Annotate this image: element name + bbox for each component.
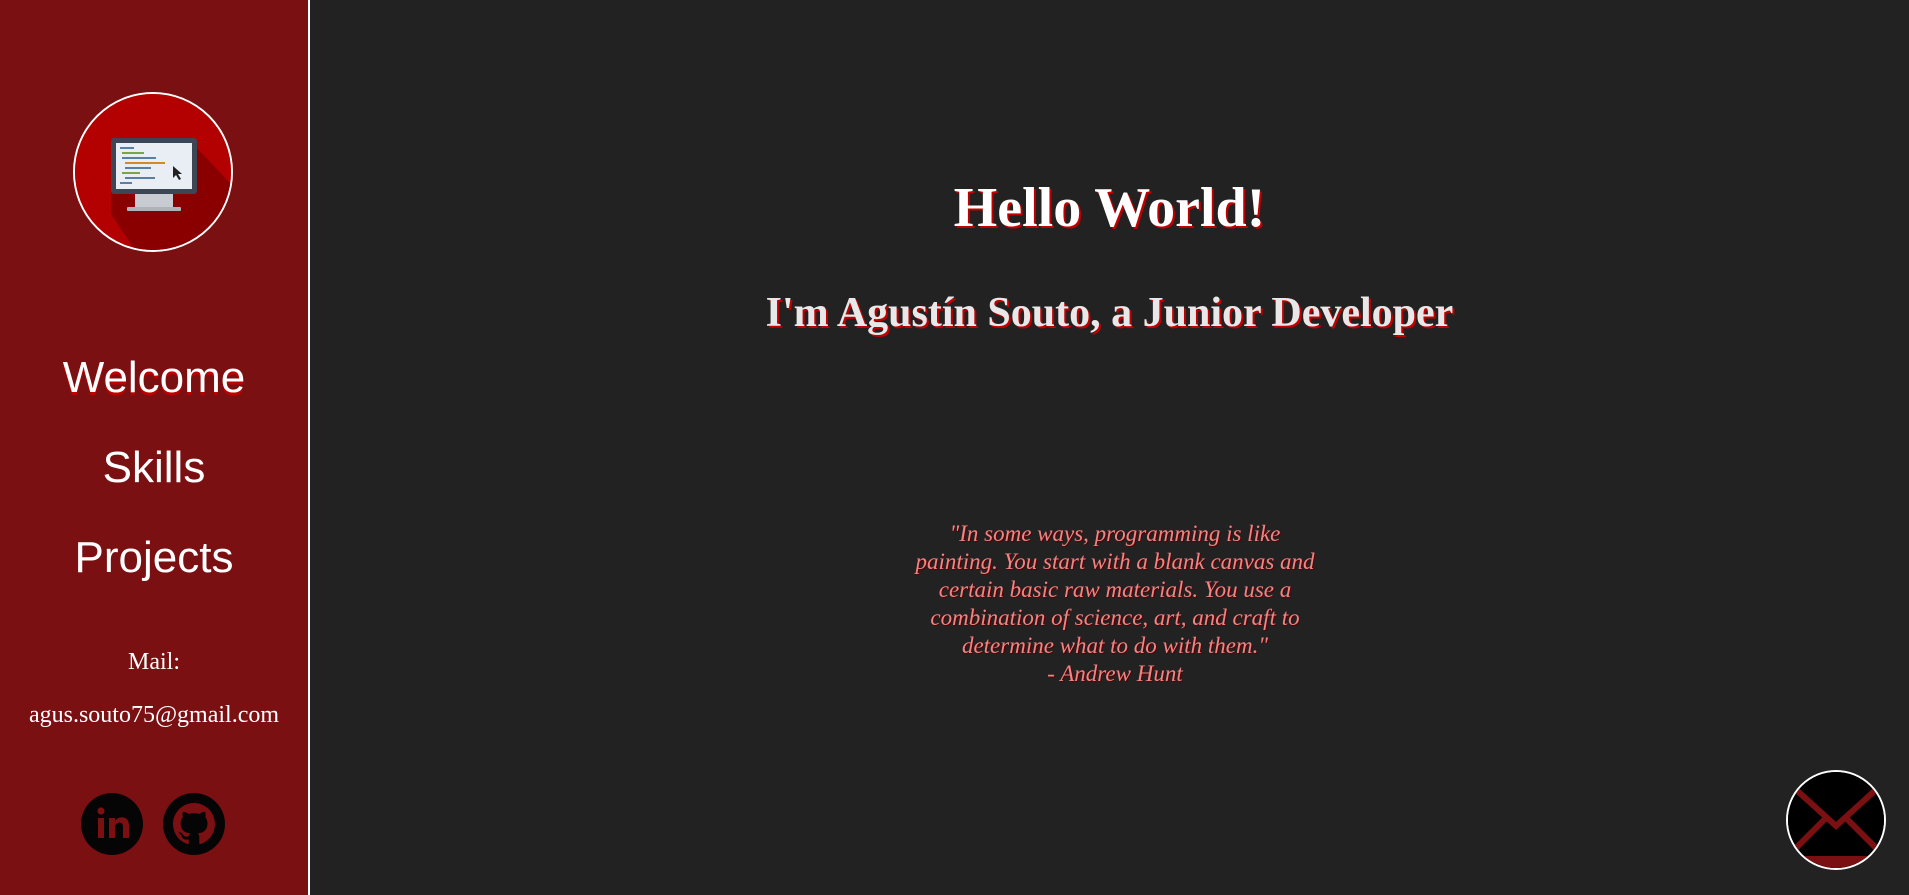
mail-address: agus.souto75@gmail.com	[28, 702, 280, 728]
linkedin-icon	[97, 807, 129, 838]
page-subtitle: I'm Agustín Souto, a Junior Developer	[765, 290, 1454, 336]
computer-monitor-icon	[75, 94, 231, 250]
quote-line: combination of science, art, and craft t…	[930, 605, 1300, 630]
quote: "In some ways, programming is like paint…	[880, 520, 1350, 688]
envelope-icon	[1788, 772, 1884, 868]
nav-welcome[interactable]: Welcome	[0, 356, 308, 400]
quote-line: painting. You start with a blank canvas …	[915, 549, 1315, 574]
quote-author: - Andrew Hunt	[1047, 661, 1183, 686]
quote-line: "In some ways, programming is like	[949, 521, 1281, 546]
quote-line: certain basic raw materials. You use a	[938, 577, 1292, 602]
sidebar: Welcome Skills Projects Mail: agus.souto…	[0, 0, 310, 895]
quote-line: determine what to do with them."	[961, 633, 1269, 658]
nav-projects[interactable]: Projects	[0, 536, 308, 580]
page-title: Hello World!	[953, 177, 1266, 239]
contact-mail-button[interactable]	[1786, 770, 1886, 870]
github-link[interactable]	[163, 793, 225, 855]
github-icon	[173, 803, 215, 845]
avatar	[73, 92, 233, 252]
nav-skills[interactable]: Skills	[0, 446, 308, 490]
mail-label: Mail:	[128, 649, 180, 675]
linkedin-link[interactable]	[81, 793, 143, 855]
